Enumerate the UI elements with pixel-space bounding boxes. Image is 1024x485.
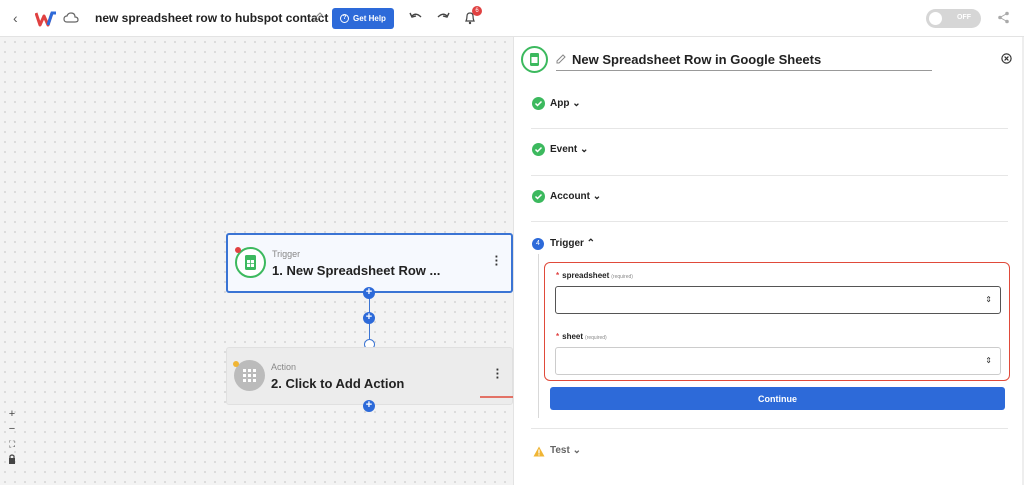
get-help-label: Get Help xyxy=(353,14,386,23)
warning-triangle-icon xyxy=(533,446,545,457)
section-guide-line xyxy=(538,254,539,418)
action-name-label: 2. Click to Add Action xyxy=(271,376,405,391)
check-circle-icon xyxy=(532,190,545,203)
step-number-badge: 4 xyxy=(532,238,544,250)
flow-title[interactable]: new spreadsheet row to hubspot contact xyxy=(95,11,328,25)
lock-icon[interactable] xyxy=(5,453,19,465)
section-app[interactable]: App ⌄ xyxy=(531,83,1008,129)
step-config-panel: New Spreadsheet Row in Google Sheets App… xyxy=(513,37,1024,485)
add-step-below-button[interactable]: + xyxy=(363,400,375,412)
edit-step-name-icon[interactable] xyxy=(556,54,566,64)
check-circle-icon xyxy=(532,143,545,156)
back-button[interactable]: ‹ xyxy=(13,10,18,26)
help-icon: ? xyxy=(340,14,350,23)
get-help-button[interactable]: ? Get Help xyxy=(332,8,394,29)
flow-active-toggle[interactable]: OFF xyxy=(926,9,981,28)
sheet-select[interactable]: ⇕ xyxy=(555,347,1001,375)
action-kind-label: Action xyxy=(271,362,297,372)
section-test-label[interactable]: Test ⌄ xyxy=(550,445,581,456)
error-indicator-dot xyxy=(235,247,241,253)
trigger-fields-group: * spreadsheet (required) ⇕ * sheet (required… xyxy=(544,262,1010,381)
notification-count-badge: 6 xyxy=(472,6,482,16)
section-app-label: App ⌄ xyxy=(550,98,581,109)
action-step-card[interactable]: Action 2. Click to Add Action · · · xyxy=(226,347,513,405)
spreadsheet-select[interactable]: ⇕ xyxy=(555,286,1001,314)
google-sheets-icon xyxy=(521,46,548,73)
fit-view-button[interactable]: ⛶ xyxy=(5,437,19,451)
action-more-menu-icon[interactable]: · · · xyxy=(496,363,500,384)
trigger-kind-label: Trigger xyxy=(272,249,301,259)
divider xyxy=(531,428,1008,429)
sheets-glyph-icon xyxy=(245,255,256,270)
section-account-label: Account ⌄ xyxy=(550,191,602,202)
trigger-handle-icon[interactable]: + xyxy=(363,287,375,299)
sheet-field-label: * sheet (required) xyxy=(556,332,607,341)
cloud-saved-icon xyxy=(63,12,79,23)
spreadsheet-field-label: * spreadsheet (required) xyxy=(556,271,633,280)
section-event-label: Event ⌄ xyxy=(550,144,589,155)
trigger-step-card[interactable]: Trigger 1. New Spreadsheet Row ... · · · xyxy=(226,233,513,293)
toggle-knob xyxy=(929,12,942,25)
warning-indicator-dot xyxy=(233,361,239,367)
continue-button[interactable]: Continue xyxy=(550,387,1005,410)
share-icon[interactable] xyxy=(997,11,1010,24)
add-step-button[interactable]: + xyxy=(363,312,375,324)
zoom-in-button[interactable]: + xyxy=(5,407,19,421)
close-panel-icon[interactable] xyxy=(1001,53,1012,64)
zoom-out-button[interactable]: − xyxy=(5,422,19,436)
toggle-label: OFF xyxy=(957,14,971,21)
undo-icon[interactable] xyxy=(409,11,423,23)
section-account[interactable]: Account ⌄ xyxy=(531,176,1008,222)
trigger-name-label: 1. New Spreadsheet Row ... xyxy=(272,263,441,278)
edit-title-icon[interactable] xyxy=(312,11,324,23)
top-bar: ‹ new spreadsheet row to hubspot contact… xyxy=(0,0,1024,37)
redo-icon[interactable] xyxy=(436,11,450,23)
step-title[interactable]: New Spreadsheet Row in Google Sheets xyxy=(572,52,821,67)
check-circle-icon xyxy=(532,97,545,110)
sheets-glyph-icon xyxy=(530,53,539,66)
trigger-more-menu-icon[interactable]: · · · xyxy=(495,250,499,271)
app-logo-icon[interactable] xyxy=(35,11,57,27)
title-underline xyxy=(556,70,932,71)
select-updown-icon: ⇕ xyxy=(985,356,992,365)
section-trigger-label[interactable]: Trigger ⌃ xyxy=(550,238,595,249)
workflow-canvas[interactable]: Trigger 1. New Spreadsheet Row ... · · · +… xyxy=(0,37,513,485)
select-updown-icon: ⇕ xyxy=(985,295,992,304)
section-event[interactable]: Event ⌄ xyxy=(531,129,1008,176)
